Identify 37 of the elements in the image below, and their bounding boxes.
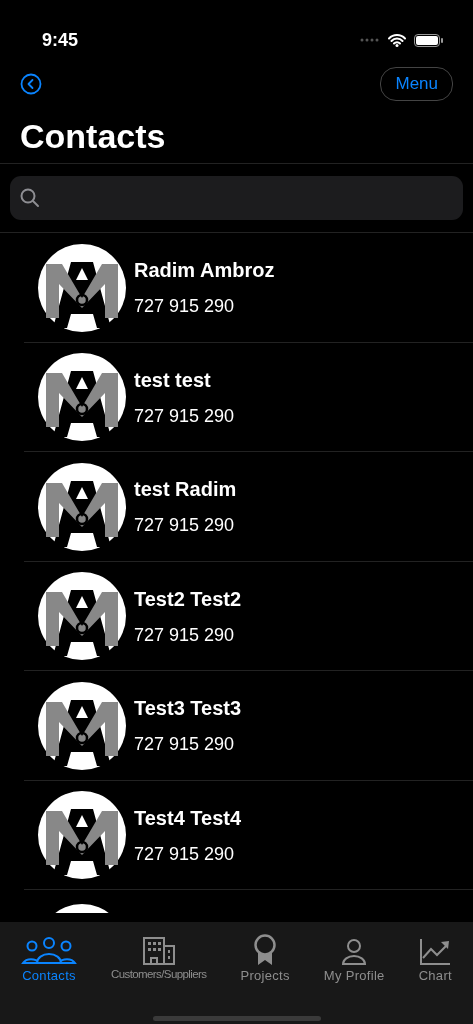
contact-phone: 727 915 290 — [134, 295, 236, 319]
back-icon[interactable] — [20, 73, 42, 95]
contact-name: Radim Ambroz — [134, 258, 275, 284]
avatar-logo-icon — [38, 243, 126, 332]
contact-name: test test — [134, 367, 212, 393]
avatar-logo-icon — [38, 572, 126, 661]
award-ribbon-icon — [253, 934, 278, 966]
contact-phone: 727 915 290 — [134, 842, 236, 866]
tab[interactable]: Customers/Suppliers — [111, 930, 207, 984]
tab[interactable]: My Profile — [323, 930, 385, 986]
avatar-logo-icon — [38, 353, 126, 442]
status-time: 9:45 — [42, 28, 79, 52]
menu-button[interactable]: Menu — [380, 67, 453, 101]
contact-phone: 727 915 290 — [134, 733, 236, 757]
contact-name: test Radim — [134, 477, 237, 503]
people-icon — [21, 936, 77, 966]
tab[interactable]: Chart — [418, 930, 452, 986]
contact-name: Test3 Test3 — [134, 696, 242, 722]
building-icon — [141, 936, 176, 966]
search-icon — [20, 188, 40, 209]
avatar-logo-icon — [38, 462, 126, 551]
contact-phone: 727 915 290 — [134, 623, 236, 647]
battery-icon — [414, 33, 443, 47]
contact-name: Test4 Test4 — [134, 805, 242, 831]
line-chart-icon — [419, 938, 452, 966]
tab[interactable]: Contacts — [21, 930, 77, 986]
avatar-logo-icon — [38, 791, 126, 880]
contact-phone: 727 915 290 — [134, 404, 235, 428]
person-icon — [341, 938, 368, 966]
search-field[interactable] — [10, 176, 463, 221]
contact-name: Test2 Test2 — [134, 586, 242, 612]
page-title: Contacts — [19, 116, 167, 157]
tab[interactable]: Projects — [240, 930, 290, 986]
signal-icon — [360, 38, 380, 42]
wifi-icon — [388, 33, 406, 47]
avatar-logo-icon — [38, 681, 126, 770]
contact-phone: 727 915 290 — [134, 514, 236, 538]
